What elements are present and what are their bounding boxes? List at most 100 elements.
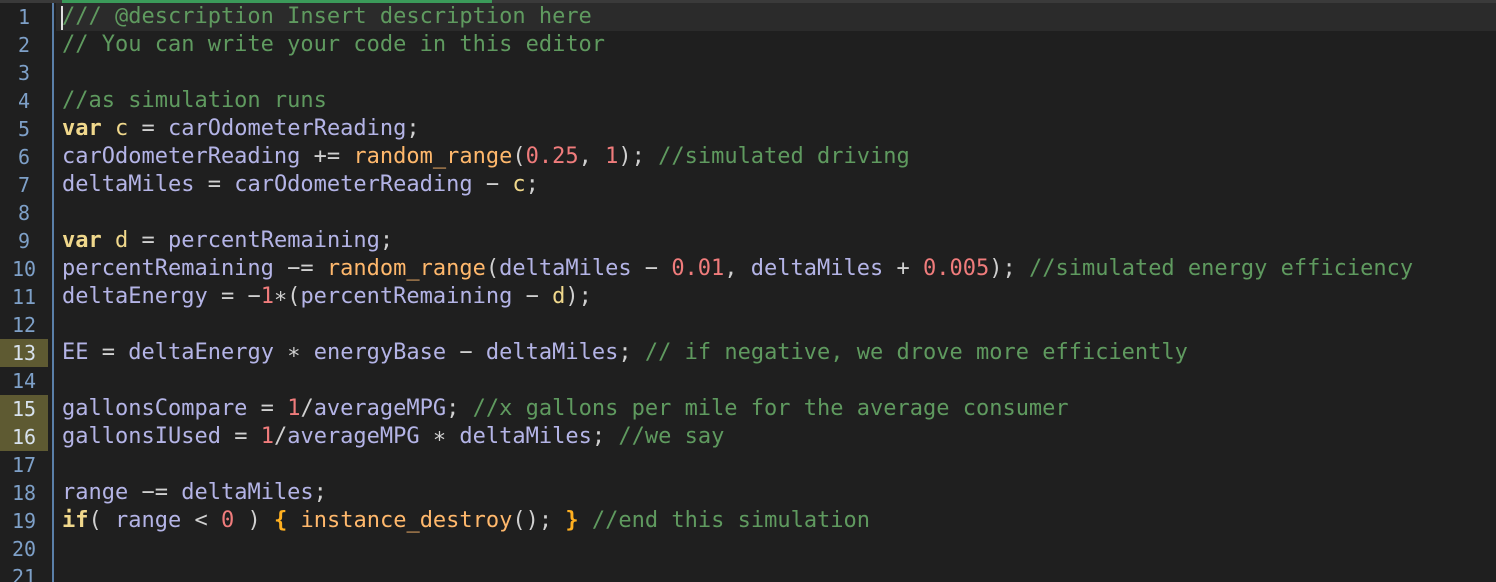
code-line[interactable]: 8	[0, 199, 1496, 227]
number-token: 1	[260, 284, 274, 309]
code-line[interactable]: 13 EE = deltaEnergy ∗ energyBase − deltaM…	[0, 339, 1496, 367]
code-text[interactable]: carOdometerReading += random_range(0.25,…	[62, 143, 910, 171]
operator-token: );	[565, 284, 592, 309]
code-text[interactable]: //as simulation runs	[62, 87, 327, 115]
code-text[interactable]: /// @description Insert description here	[56, 3, 1496, 31]
operator-token: /	[300, 396, 314, 421]
code-line[interactable]: 6 carOdometerReading += random_range(0.25…	[0, 143, 1496, 171]
code-line[interactable]: 10 percentRemaining −= random_range(delta…	[0, 255, 1496, 283]
operator-token	[287, 508, 300, 533]
code-line[interactable]: 5 var c = carOdometerReading;	[0, 115, 1496, 143]
line-number[interactable]: 3	[0, 59, 48, 87]
line-number[interactable]: 4	[0, 87, 48, 115]
code-line[interactable]: 3	[0, 59, 1496, 87]
comment-token: //simulated driving	[658, 144, 910, 169]
code-line[interactable]: 18 range −= deltaMiles;	[0, 479, 1496, 507]
code-line[interactable]: 17	[0, 451, 1496, 479]
keyword-token: var	[62, 228, 102, 253]
code-line[interactable]: 7 deltaMiles = carOdometerReading − c;	[0, 171, 1496, 199]
operator-token: −=	[128, 480, 182, 505]
identifier-token: deltaMiles	[750, 256, 884, 281]
line-number[interactable]: 2	[0, 31, 48, 59]
keyword-token: if	[62, 508, 89, 533]
code-text[interactable]: if( range < 0 ) { instance_destroy(); } …	[62, 507, 870, 535]
operator-token: −	[512, 284, 553, 309]
code-text[interactable]: var d = percentRemaining;	[62, 227, 393, 255]
code-text[interactable]: deltaEnergy = −1∗(percentRemaining − d);	[62, 283, 592, 311]
code-text[interactable]: EE = deltaEnergy ∗ energyBase − deltaMil…	[62, 339, 1188, 367]
line-number[interactable]: 9	[0, 227, 48, 255]
operator-token: ;	[618, 340, 645, 365]
code-line[interactable]: 16 gallonsIUsed = 1/averageMPG ∗ deltaMil…	[0, 423, 1496, 451]
line-number[interactable]: 12	[0, 311, 48, 339]
function-token: random_range	[353, 144, 513, 169]
operator-token: =	[128, 116, 168, 141]
code-editor[interactable]: 1 /// @description Insert description her…	[0, 0, 1496, 582]
number-token: 1	[605, 144, 619, 169]
operator-token: )	[234, 508, 274, 533]
line-number[interactable]: 10	[0, 255, 48, 283]
identifier-token: energyBase	[313, 340, 447, 365]
number-token: 1	[287, 396, 301, 421]
code-line[interactable]: 11 deltaEnergy = −1∗(percentRemaining − d…	[0, 283, 1496, 311]
identifier-token: deltaEnergy	[128, 340, 274, 365]
number-token: 0.25	[525, 144, 579, 169]
comment-token: //simulated energy efficiency	[1028, 256, 1414, 281]
line-number[interactable]: 6	[0, 143, 48, 171]
comment-token: //we say	[618, 424, 725, 449]
line-number[interactable]: 16	[0, 423, 48, 451]
operator-token	[579, 508, 592, 533]
line-number[interactable]: 1	[0, 3, 48, 31]
line-number[interactable]: 11	[0, 283, 48, 311]
operator-token: ;	[313, 480, 327, 505]
identifier-token: averageMPG	[313, 396, 447, 421]
line-number[interactable]: 19	[0, 507, 48, 535]
operator-token: <	[181, 508, 221, 533]
line-number[interactable]: 7	[0, 171, 48, 199]
code-text[interactable]: percentRemaining −= random_range(deltaMi…	[62, 255, 1413, 283]
operator-token: ∗	[273, 340, 314, 365]
code-text[interactable]: range −= deltaMiles;	[62, 479, 327, 507]
code-text[interactable]: gallonsCompare = 1/averageMPG; //x gallo…	[62, 395, 1069, 423]
identifier-token: percentRemaining	[300, 284, 513, 309]
line-number[interactable]: 8	[0, 199, 48, 227]
code-line[interactable]: 14	[0, 367, 1496, 395]
identifier-token: deltaMiles	[459, 424, 592, 449]
code-text[interactable]: var c = carOdometerReading;	[62, 115, 420, 143]
operator-token: +=	[300, 144, 354, 169]
line-number[interactable]: 18	[0, 479, 48, 507]
operator-token: −	[472, 172, 513, 197]
code-line[interactable]: 4 //as simulation runs	[0, 87, 1496, 115]
local-variable-token: d	[552, 284, 566, 309]
code-line[interactable]: 19 if( range < 0 ) { instance_destroy(); …	[0, 507, 1496, 535]
operator-token: (	[512, 144, 526, 169]
code-line[interactable]: 21	[0, 563, 1496, 582]
code-line[interactable]: 1 /// @description Insert description her…	[0, 3, 1496, 31]
operator-token: = −	[207, 284, 261, 309]
line-number[interactable]: 5	[0, 115, 48, 143]
local-variable-token: c	[115, 116, 129, 141]
code-line[interactable]: 15 gallonsCompare = 1/averageMPG; //x gal…	[0, 395, 1496, 423]
line-number[interactable]: 13	[0, 339, 48, 367]
code-line[interactable]: 9 var d = percentRemaining;	[0, 227, 1496, 255]
code-text[interactable]: gallonsIUsed = 1/averageMPG ∗ deltaMiles…	[62, 423, 724, 451]
code-text[interactable]: // You can write your code in this edito…	[62, 31, 605, 59]
number-token: 1	[260, 424, 274, 449]
code-line[interactable]: 20	[0, 535, 1496, 563]
operator-token: (	[485, 256, 500, 281]
local-variable-token: c	[512, 172, 526, 197]
code-line[interactable]: 2 // You can write your code in this edit…	[0, 31, 1496, 59]
operator-token: =	[247, 396, 288, 421]
identifier-token: percentRemaining	[168, 228, 380, 253]
operator-token: (	[88, 508, 115, 533]
line-number[interactable]: 20	[0, 535, 48, 563]
code-text[interactable]: deltaMiles = carOdometerReading − c;	[62, 171, 539, 199]
comment-token: // if negative, we drove more efficientl…	[644, 340, 1188, 365]
brace-token: {	[273, 508, 288, 533]
comment-token: //as simulation runs	[62, 88, 327, 113]
line-number[interactable]: 15	[0, 395, 48, 423]
line-number[interactable]: 17	[0, 451, 48, 479]
line-number[interactable]: 14	[0, 367, 48, 395]
code-line[interactable]: 12	[0, 311, 1496, 339]
line-number[interactable]: 21	[0, 563, 48, 582]
